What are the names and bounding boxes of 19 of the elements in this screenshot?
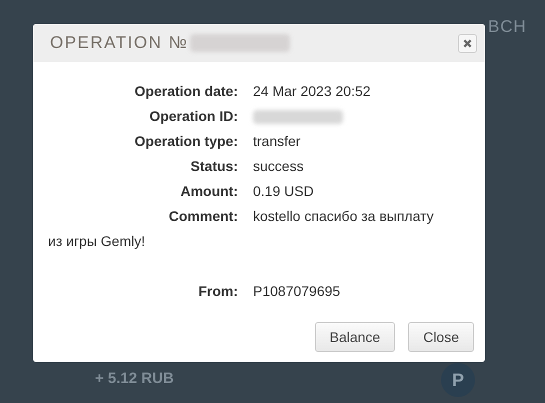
field-label: Operation date: [134, 82, 238, 101]
dialog-button[interactable]: Close [408, 322, 474, 352]
field-label: Status: [190, 157, 238, 176]
close-icon [463, 38, 472, 48]
field-label: Operation ID: [148, 107, 238, 126]
dialog-title: OPERATION № [50, 32, 188, 54]
field-value: P1087079695 [253, 283, 340, 299]
field-value: 0.19 USD [253, 183, 314, 199]
dialog-button[interactable]: Balance [314, 322, 396, 352]
avatar-badge: P [441, 363, 475, 397]
field-label: Amount: [179, 182, 238, 201]
close-button[interactable] [458, 34, 477, 52]
field-value: success [253, 158, 304, 174]
field-label: Operation type: [134, 132, 238, 151]
comment-text: Comment: kostello спасибо за выплату из игры Gemly! [48, 207, 435, 251]
field-value: transfer [253, 133, 300, 149]
field-label: From: [197, 282, 238, 301]
field-value: 24 Mar 2023 20:52 [253, 83, 371, 99]
amount-text: + 5.12 RUB [95, 369, 174, 389]
